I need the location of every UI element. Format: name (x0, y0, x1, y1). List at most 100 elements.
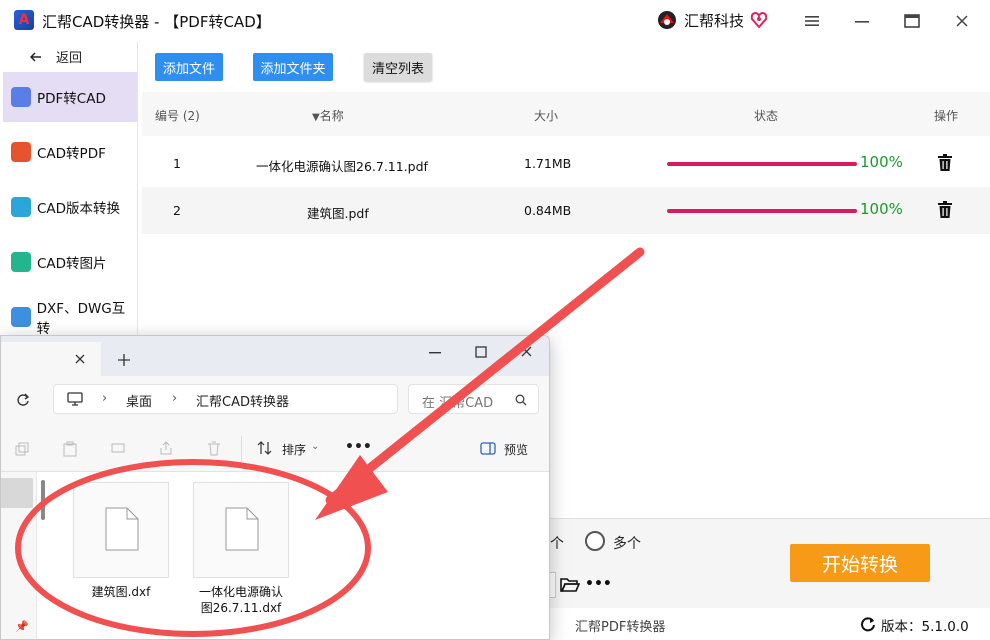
sidebar-item-pdf-to-cad[interactable]: PDF转CAD (3, 72, 137, 122)
file-item[interactable] (73, 482, 169, 578)
row-name: 一体化电源确认图26.7.11.pdf (256, 159, 428, 174)
pdf-to-cad-icon (11, 87, 31, 107)
explorer-content: 📌 建筑图.dxf 一体化电源确认 图26.7.11.dxf (1, 472, 549, 639)
explorer-nav-pane: 📌 (1, 472, 37, 639)
tab-close-icon[interactable] (75, 354, 85, 364)
col-name[interactable]: ▼名称 (312, 107, 344, 124)
explorer-close-icon[interactable] (521, 346, 532, 357)
more-options-icon[interactable]: ••• (585, 576, 612, 592)
cad-version-icon (11, 197, 31, 217)
nav-selected-item[interactable] (1, 478, 33, 508)
file-item[interactable] (193, 482, 289, 578)
back-button[interactable]: 返回 (30, 47, 82, 66)
col-index[interactable]: 编号 (2) (155, 107, 200, 124)
trash-icon[interactable] (937, 201, 953, 219)
explorer-address-row: › 桌面 › 汇帮CAD转换器 在 汇帮CAD (1, 376, 549, 426)
back-arrow-icon (30, 51, 41, 62)
sidebar-item-label: PDF转CAD (37, 91, 106, 107)
file-icon (105, 507, 139, 551)
sidebar-item-label: CAD转PDF (37, 146, 106, 162)
table-header: 编号 (2) ▼名称 大小 状态 操作 (142, 92, 990, 136)
table-row[interactable]: 1 一体化电源确认图26.7.11.pdf 1.71MB 100% (142, 140, 990, 187)
search-placeholder: 在 汇帮CAD (422, 396, 494, 411)
row-name: 建筑图.pdf (307, 206, 369, 221)
file-name[interactable]: 建筑图.dxf (73, 584, 169, 600)
search-icon (515, 394, 527, 406)
more-options-icon[interactable]: ••• (345, 439, 372, 455)
brand: 汇帮科技 (656, 9, 768, 31)
maximize-icon[interactable] (900, 10, 924, 32)
menu-icon[interactable] (800, 10, 824, 32)
breadcrumb-desktop[interactable]: 桌面 (126, 391, 152, 410)
new-tab-icon[interactable] (118, 354, 130, 366)
start-convert-button[interactable]: 开始转换 (790, 544, 930, 582)
col-size[interactable]: 大小 (534, 107, 558, 124)
explorer-maximize-icon[interactable] (475, 346, 487, 358)
address-bar[interactable]: › 桌面 › 汇帮CAD转换器 (53, 384, 398, 414)
add-folder-button[interactable]: 添加文件夹 (253, 53, 333, 81)
folder-open-icon[interactable] (560, 577, 580, 593)
trash-icon[interactable] (937, 154, 953, 172)
sort-button[interactable]: 排序 (282, 441, 306, 458)
clear-list-button[interactable]: 清空列表 (364, 53, 432, 81)
progress-bar (667, 209, 857, 213)
progress-label: 100% (860, 153, 903, 171)
col-status[interactable]: 状态 (754, 107, 778, 124)
heart-icon[interactable] (750, 11, 768, 29)
single-option-label[interactable]: 个 (550, 533, 564, 553)
row-size: 0.84MB (524, 203, 572, 218)
title-bar: A 汇帮CAD转换器 - 【PDF转CAD】 汇帮科技 (0, 0, 990, 42)
row-index: 2 (173, 203, 181, 218)
dxf-dwg-icon (11, 307, 31, 327)
explorer-minimize-icon[interactable] (429, 352, 441, 354)
rename-icon[interactable] (111, 441, 125, 455)
paste-icon[interactable] (63, 441, 77, 457)
chevron-right-icon: › (172, 391, 178, 406)
table-row[interactable]: 2 建筑图.pdf 0.84MB 100% (142, 187, 990, 234)
delete-icon[interactable] (207, 441, 221, 456)
add-file-button[interactable]: 添加文件 (155, 53, 223, 81)
sort-icon (257, 441, 272, 455)
row-index: 1 (173, 156, 181, 171)
brand-name: 汇帮科技 (684, 11, 745, 30)
sidebar-item-label: CAD版本转换 (37, 201, 121, 217)
sidebar-item-label: DXF、DWG互转 (36, 301, 126, 337)
sort-down-icon: ▼ (312, 112, 320, 123)
row-size: 1.71MB (524, 156, 572, 171)
back-label: 返回 (56, 51, 83, 66)
refresh-icon[interactable] (16, 393, 30, 407)
preview-pane-icon (480, 442, 496, 455)
col-name-label: 名称 (319, 109, 344, 123)
refresh-icon[interactable] (860, 616, 876, 632)
explorer-command-bar: 排序 ⌄ ••• 预览 (1, 426, 549, 472)
multi-radio[interactable] (585, 531, 605, 551)
file-name-line2[interactable]: 图26.7.11.dxf (191, 600, 291, 616)
window-title: 汇帮CAD转换器 - 【PDF转CAD】 (42, 13, 271, 31)
brand-logo-icon (658, 11, 676, 29)
monitor-icon (67, 392, 83, 406)
sidebar-item-cad-version[interactable]: CAD版本转换 (3, 182, 137, 232)
share-icon[interactable] (159, 441, 173, 455)
cad-to-image-icon (11, 252, 31, 272)
scrollbar-thumb[interactable] (41, 480, 45, 520)
preview-button[interactable]: 预览 (504, 441, 528, 458)
minimize-icon[interactable] (850, 10, 874, 32)
version-label: 版本：5.1.0.0 (881, 619, 969, 635)
explorer-tab[interactable] (1, 342, 101, 376)
copy-icon[interactable] (15, 442, 29, 456)
file-name-line1[interactable]: 一体化电源确认 (191, 584, 291, 600)
progress-label: 100% (860, 200, 903, 218)
progress-bar (667, 162, 857, 166)
explorer-search-input[interactable]: 在 汇帮CAD (408, 384, 539, 414)
pin-icon[interactable]: 📌 (15, 620, 29, 633)
multi-option-label[interactable]: 多个 (613, 533, 641, 553)
close-icon[interactable] (950, 10, 974, 32)
sidebar-item-label: CAD转图片 (37, 256, 107, 272)
cad-to-pdf-icon (11, 142, 31, 162)
sidebar-item-cad-to-pdf[interactable]: CAD转PDF (3, 127, 137, 177)
product-name: 汇帮PDF转换器 (575, 620, 666, 635)
status-bar: 汇帮PDF转换器 版本：5.1.0.0 (548, 608, 990, 640)
breadcrumb-folder[interactable]: 汇帮CAD转换器 (196, 391, 289, 410)
sidebar-item-cad-to-image[interactable]: CAD转图片 (3, 237, 137, 287)
app-logo-icon: A (14, 10, 34, 30)
